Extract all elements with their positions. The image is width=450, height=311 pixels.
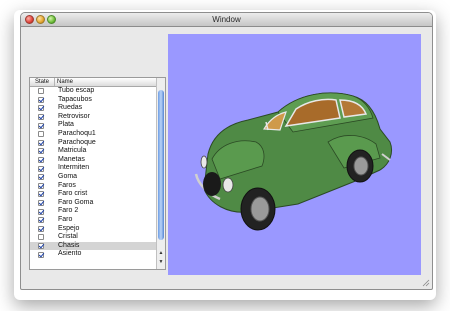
vertical-scrollbar[interactable]: ▲ ▼: [156, 78, 165, 269]
row-name: Chasis: [58, 241, 80, 249]
row-name: Intermiten: [58, 164, 90, 172]
app-window: Window State Name Tubo escap Tapacubos Rue…: [20, 12, 433, 290]
row-checkbox[interactable]: [38, 114, 44, 121]
scroll-up-arrow-icon[interactable]: ▲: [158, 250, 164, 257]
row-name: Retrovisor: [58, 112, 90, 120]
row-name: Faro 2: [58, 207, 79, 215]
title-bar[interactable]: Window: [21, 13, 432, 27]
table-row[interactable]: Faro 2: [30, 207, 156, 216]
table-row[interactable]: Parachoque: [30, 139, 156, 148]
3d-viewport[interactable]: [168, 34, 421, 275]
table-row[interactable]: Matricula: [30, 147, 156, 156]
row-name: Matricula: [58, 147, 87, 155]
row-checkbox[interactable]: [38, 122, 44, 129]
table-row[interactable]: Goma: [30, 173, 156, 182]
row-name: Plata: [58, 121, 74, 129]
table-row[interactable]: Plata: [30, 121, 156, 130]
row-checkbox[interactable]: [38, 200, 44, 207]
table-rows: Tubo escap Tapacubos Ruedas Retrovisor Plata…: [30, 87, 156, 259]
table-row[interactable]: Faro crist: [30, 190, 156, 199]
row-checkbox[interactable]: [38, 96, 44, 103]
scrollbar-thumb[interactable]: [158, 90, 164, 240]
window-title: Window: [212, 15, 241, 24]
row-name: Faro crist: [58, 190, 88, 198]
table-row[interactable]: Faro Goma: [30, 199, 156, 208]
table-row[interactable]: Cristal: [30, 233, 156, 242]
row-name: Tubo escap: [58, 87, 95, 94]
row-checkbox[interactable]: [38, 174, 44, 181]
table-row[interactable]: Faro: [30, 216, 156, 225]
resize-grip-icon[interactable]: [422, 279, 430, 287]
row-name: Faro Goma: [58, 198, 94, 206]
row-checkbox[interactable]: [38, 148, 44, 155]
row-checkbox[interactable]: [38, 251, 44, 258]
row-checkbox[interactable]: [38, 165, 44, 172]
row-name: Espejo: [58, 224, 80, 232]
row-name: Cristal: [58, 233, 78, 241]
row-name: Faro: [58, 215, 73, 223]
row-checkbox[interactable]: [38, 157, 44, 164]
row-checkbox[interactable]: [38, 182, 44, 189]
row-name: Goma: [58, 172, 78, 180]
column-header-state[interactable]: State: [30, 78, 55, 86]
row-name: Asiento: [58, 250, 82, 258]
table-row[interactable]: Manetas: [30, 156, 156, 165]
row-checkbox[interactable]: [38, 88, 44, 95]
row-checkbox[interactable]: [38, 225, 44, 232]
table-row[interactable]: Intermiten: [30, 164, 156, 173]
table-row[interactable]: Faros: [30, 182, 156, 191]
row-name: Parachoque: [58, 138, 96, 146]
row-checkbox[interactable]: [38, 131, 44, 138]
table-row[interactable]: Tubo escap: [30, 87, 156, 96]
row-checkbox[interactable]: [38, 139, 44, 146]
row-checkbox[interactable]: [38, 242, 44, 249]
table-header: State Name: [30, 78, 156, 87]
table-row[interactable]: Retrovisor: [30, 113, 156, 122]
scroll-down-arrow-icon[interactable]: ▼: [158, 259, 164, 266]
row-name: Manetas: [58, 155, 85, 163]
row-checkbox[interactable]: [38, 234, 44, 241]
row-name: Ruedas: [58, 104, 83, 112]
row-checkbox[interactable]: [38, 208, 44, 215]
column-header-name[interactable]: Name: [57, 78, 73, 86]
table-row[interactable]: Parachoqu1: [30, 130, 156, 139]
table-row[interactable]: Chasis: [30, 241, 156, 251]
car-model-icon: [194, 92, 393, 231]
table-row[interactable]: Tapacubos: [30, 96, 156, 105]
row-name: Tapacubos: [58, 95, 92, 103]
table-row[interactable]: Asiento: [30, 250, 156, 259]
row-name: Parachoqu1: [58, 129, 96, 137]
row-checkbox[interactable]: [38, 191, 44, 198]
row-name: Faros: [58, 181, 76, 189]
row-checkbox[interactable]: [38, 217, 44, 224]
parts-table: State Name Tubo escap Tapacubos Ruedas Retr…: [29, 77, 166, 270]
table-row[interactable]: Espejo: [30, 225, 156, 234]
table-row[interactable]: Ruedas: [30, 104, 156, 113]
row-checkbox[interactable]: [38, 105, 44, 112]
